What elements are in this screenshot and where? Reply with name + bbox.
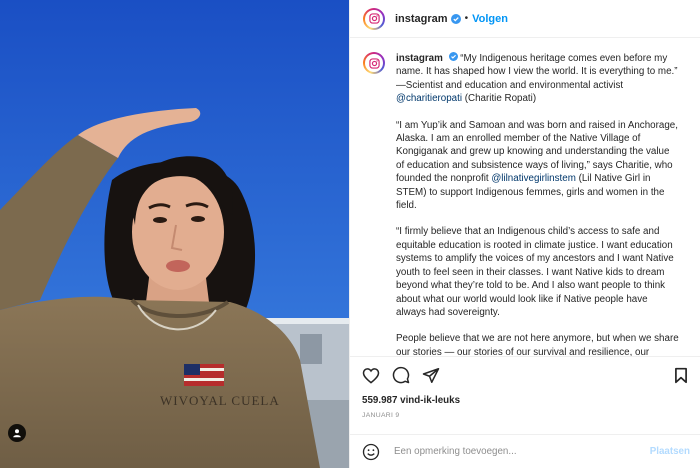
caption-username[interactable]: instagram: [396, 53, 443, 64]
caption-paragraph-4: People believe that we are not here anym…: [396, 333, 679, 356]
likes-count[interactable]: 559.987 vind-ik-leuks: [362, 395, 688, 406]
comment-bar: Plaatsen: [350, 434, 700, 468]
share-send-icon[interactable]: [422, 367, 440, 384]
header-username[interactable]: instagram: [395, 13, 448, 25]
avatar[interactable]: [363, 7, 385, 30]
post-photo[interactable]: WIVOYAL CUELA: [0, 0, 349, 468]
caption-p1-after: (Charitie Ropati): [462, 93, 537, 105]
like-heart-icon[interactable]: [362, 367, 380, 384]
instagram-logo-icon: [368, 13, 380, 24]
photo-illustration: WIVOYAL CUELA: [0, 0, 349, 468]
post-details-panel: instagram • Volgen instagram “My Indigen…: [349, 0, 700, 468]
post-actions: 559.987 vind-ik-leuks JANUARI 9: [350, 356, 700, 434]
save-bookmark-icon[interactable]: [674, 367, 688, 384]
instagram-logo-icon: [368, 57, 380, 69]
header-separator: •: [464, 13, 469, 24]
verified-badge-icon: [448, 52, 458, 61]
emoji-smiley-icon[interactable]: [362, 443, 380, 461]
caption-paragraph-1: instagram “My Indigenous heritage comes …: [396, 52, 680, 106]
comment-bubble-icon[interactable]: [392, 366, 410, 384]
comment-input[interactable]: [392, 445, 650, 458]
user-tag-icon[interactable]: [8, 424, 26, 442]
post-comment-button[interactable]: Plaatsen: [650, 446, 690, 457]
post-date: JANUARI 9: [362, 412, 400, 419]
caption-scroll-area[interactable]: instagram “My Indigenous heritage comes …: [350, 38, 700, 356]
post-header: instagram • Volgen: [350, 0, 700, 38]
caption: instagram “My Indigenous heritage comes …: [363, 52, 686, 356]
mention-charitieropati[interactable]: @charitieropati: [396, 93, 462, 104]
verified-badge-icon: [450, 13, 461, 24]
follow-button[interactable]: Volgen: [472, 13, 508, 25]
mention-lilnativegirlinstem[interactable]: @lilnativegirlinstem: [491, 173, 576, 184]
caption-avatar[interactable]: [363, 52, 385, 74]
caption-paragraph-3: “I firmly believe that an Indigenous chi…: [396, 226, 674, 318]
caption-text: instagram “My Indigenous heritage comes …: [396, 52, 680, 356]
svg-text:WIVOYAL CUELA: WIVOYAL CUELA: [160, 393, 280, 408]
caption-paragraph-2: “I am Yup’ik and Samoan and was born and…: [396, 119, 680, 213]
